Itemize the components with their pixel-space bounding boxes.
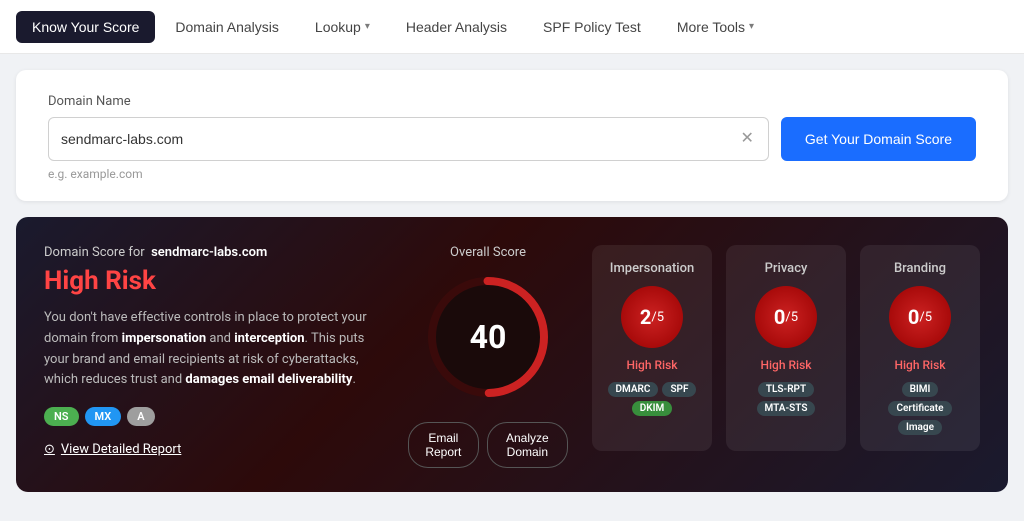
main-nav: Know Your ScoreDomain AnalysisLookup▾Hea… [0,0,1024,54]
domain-input[interactable] [61,131,739,147]
score-card-impersonation: Impersonation 2/5 High Risk DMARCSPF DKIM [592,245,712,451]
chevron-down-icon: ▾ [749,21,754,32]
domain-label: Domain Name [48,94,976,109]
card-tag-tlsrpt: TLS-RPT [758,382,814,397]
nav-item-more-tools[interactable]: More Tools▾ [661,11,770,43]
action-buttons: Email Report Analyze Domain [408,422,568,468]
view-report-text: View Detailed Report [61,442,181,457]
left-panel: Domain Score for sendmarc-labs.com High … [44,245,384,457]
score-circle: 40 [423,272,553,402]
card-score-bubble-branding: 0/5 [889,286,951,348]
overall-score-label: Overall Score [450,245,526,260]
card-tag-spf: SPF [662,382,696,397]
domain-score-label: Domain Score for sendmarc-labs.com [44,245,384,260]
card-title-impersonation: Impersonation [610,261,694,276]
search-input-wrap: ✕ [48,117,769,161]
card-tag-certificate: Certificate [888,401,951,416]
analyze-domain-button[interactable]: Analyze Domain [487,422,568,468]
score-section: Overall Score 40 Email Report Analyze Do… [408,245,568,468]
input-hint: e.g. example.com [48,167,976,181]
card-tag-dmarc: DMARC [608,382,659,397]
score-card-privacy: Privacy 0/5 High Risk TLS-RPT MTA-STS [726,245,846,451]
chevron-down-icon: ▾ [365,21,370,32]
risk-description: You don't have effective controls in pla… [44,308,384,391]
report-icon: ⊙ [44,442,55,457]
score-card-branding: Branding 0/5 High Risk BIMI Certificate Image [860,245,980,451]
risk-level: High Risk [44,266,384,296]
card-score-bubble-impersonation: 2/5 [621,286,683,348]
tag-a: A [127,407,154,426]
card-tags-impersonation: DMARCSPF DKIM [604,382,700,416]
results-panel: Domain Score for sendmarc-labs.com High … [16,217,1008,492]
get-domain-score-button[interactable]: Get Your Domain Score [781,117,976,161]
card-risk-branding: High Risk [894,358,945,372]
search-section: Domain Name ✕ Get Your Domain Score e.g.… [16,70,1008,201]
card-tags-privacy: TLS-RPT MTA-STS [738,382,834,416]
domain-name: sendmarc-labs.com [151,245,267,260]
score-cards: Impersonation 2/5 High Risk DMARCSPF DKIM Pri… [592,245,980,451]
card-tag-mtasts: MTA-STS [757,401,816,416]
score-number: 40 [470,318,507,356]
nav-item-spf-policy-test[interactable]: SPF Policy Test [527,11,657,43]
clear-input-button[interactable]: ✕ [739,129,756,149]
nav-item-domain-analysis[interactable]: Domain Analysis [159,11,295,43]
tag-mx: MX [85,407,122,426]
nav-item-lookup[interactable]: Lookup▾ [299,11,386,43]
nav-item-know-your-score[interactable]: Know Your Score [16,11,155,43]
card-title-privacy: Privacy [765,261,808,276]
nav-item-header-analysis[interactable]: Header Analysis [390,11,523,43]
card-tag-dkim: DKIM [632,401,672,416]
card-tags-branding: BIMI Certificate Image [872,382,968,435]
card-risk-impersonation: High Risk [626,358,677,372]
card-tag-image: Image [898,420,942,435]
card-score-bubble-privacy: 0/5 [755,286,817,348]
tag-list: NS MX A [44,407,384,426]
tag-ns: NS [44,407,79,426]
view-detailed-report-link[interactable]: ⊙ View Detailed Report [44,442,384,457]
card-title-branding: Branding [894,261,946,276]
card-risk-privacy: High Risk [760,358,811,372]
card-tag-bimi: BIMI [902,382,939,397]
email-report-button[interactable]: Email Report [408,422,479,468]
